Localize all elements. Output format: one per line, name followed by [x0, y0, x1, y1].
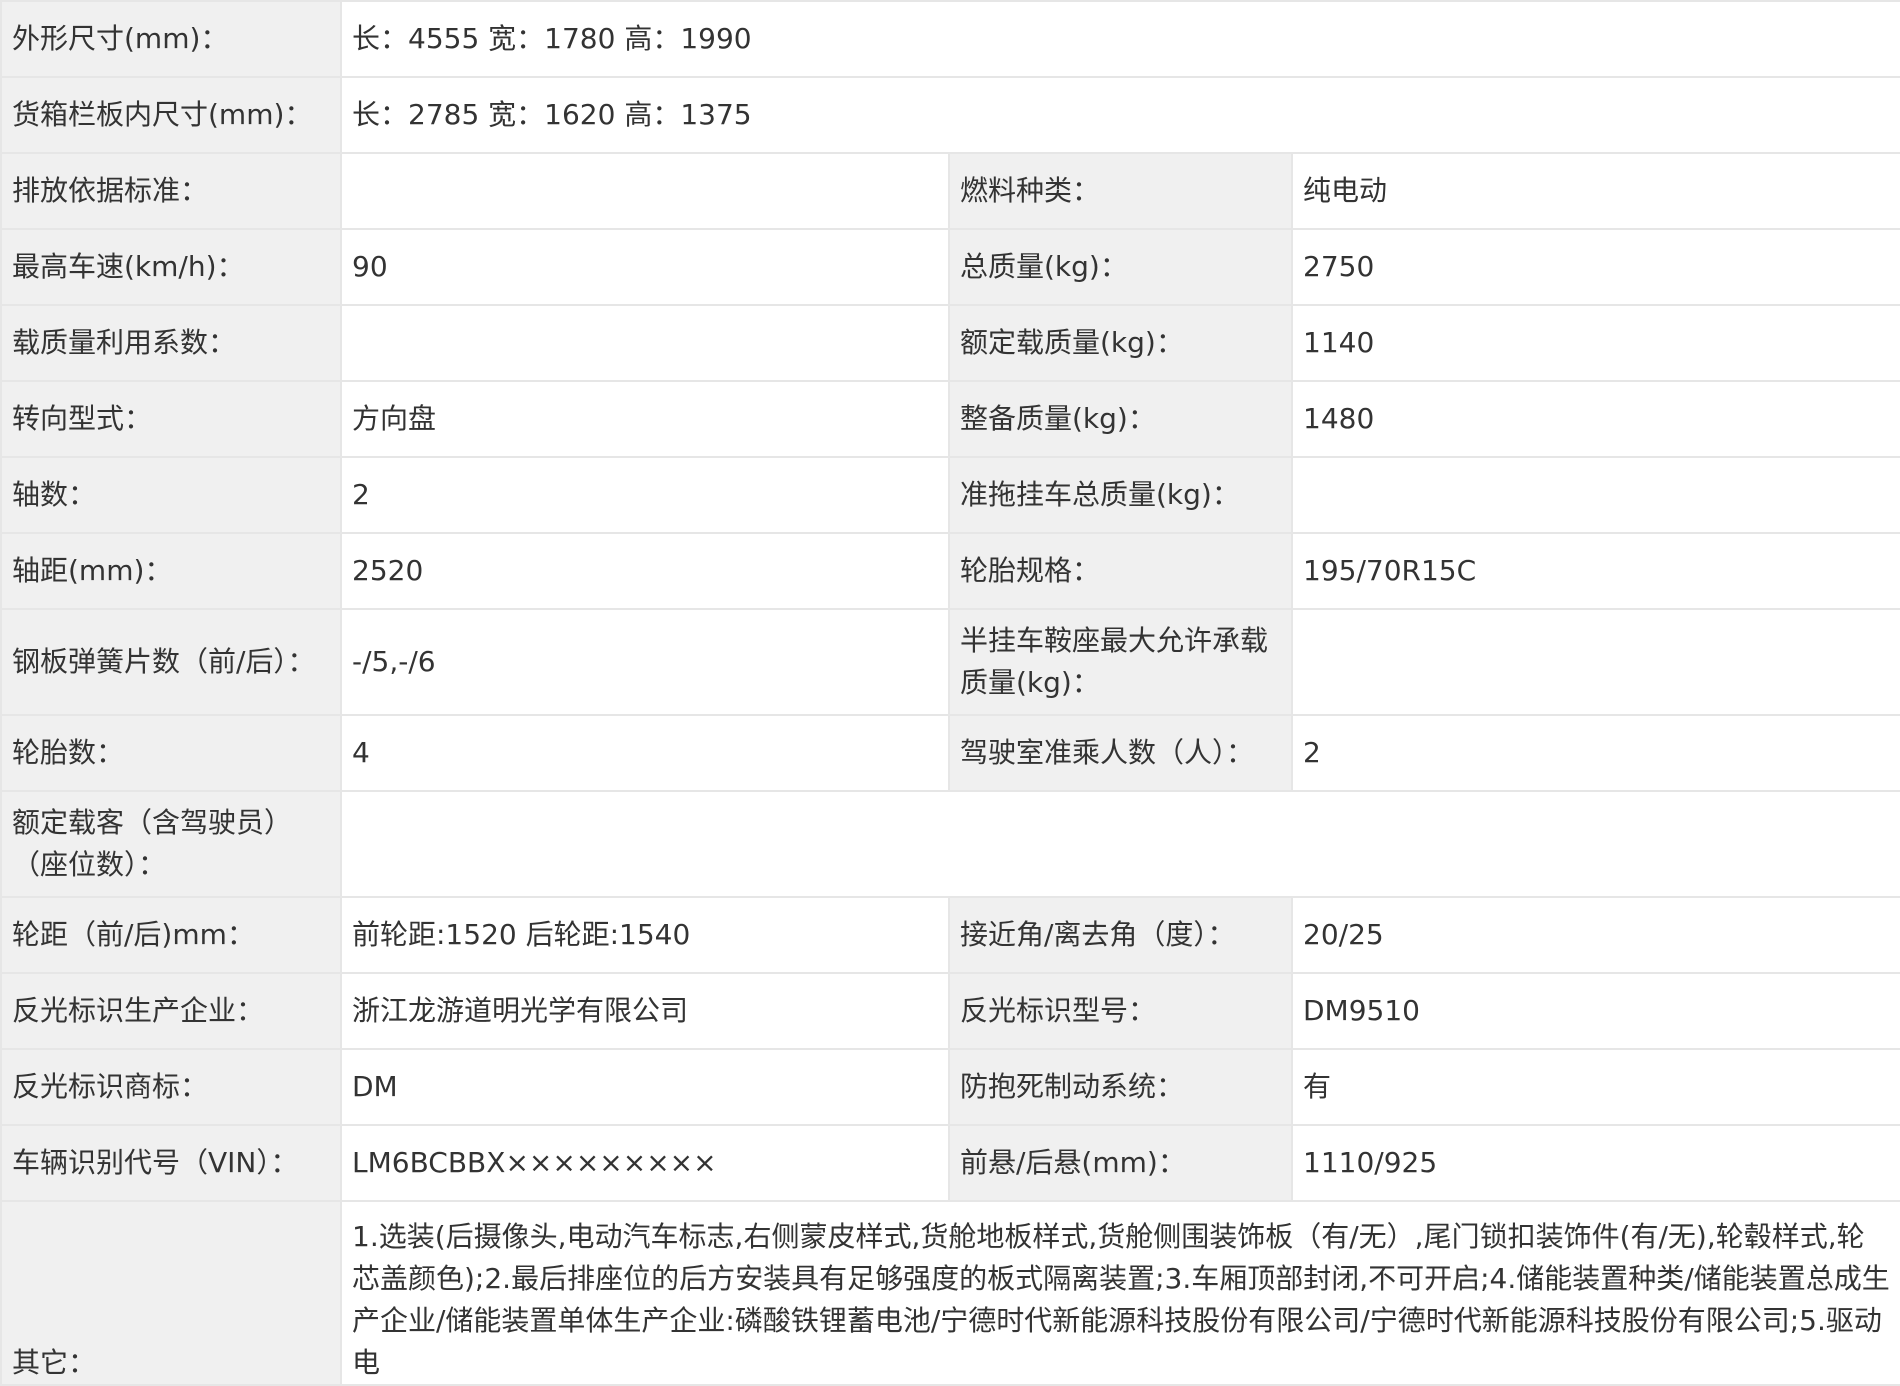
row-value: 1.选装(后摄像头,电动汽车标志,右侧蒙皮样式,货舱地板样式,货舱侧围装饰板（有…	[339, 1200, 1900, 1386]
row-label: 载质量利用系数：	[0, 304, 342, 382]
row-value: 前轮距:1520 后轮距:1540	[340, 896, 950, 974]
table-row: 车辆识别代号（VIN）： LM6BCBBX××××××××× 前悬/后悬(mm)…	[0, 1124, 1900, 1202]
row-value-2	[1290, 456, 1900, 534]
table-row: 转向型式： 方向盘 整备质量(kg)： 1480	[0, 380, 1900, 458]
row-value: DM	[340, 1048, 950, 1126]
row-value-2	[1290, 608, 1900, 716]
table-row: 轮距（前/后)mm： 前轮距:1520 后轮距:1540 接近角/离去角（度）：…	[0, 896, 1900, 974]
row-label: 反光标识生产企业：	[0, 972, 342, 1050]
row-label-2: 前悬/后悬(mm)：	[948, 1124, 1293, 1202]
row-label: 其它：	[0, 1200, 342, 1386]
row-label: 外形尺寸(mm)：	[0, 0, 342, 78]
table-row: 最高车速(km/h)： 90 总质量(kg)： 2750	[0, 228, 1900, 306]
row-value-2: 20/25	[1290, 896, 1900, 974]
row-value-2: 有	[1290, 1048, 1900, 1126]
row-label: 车辆识别代号（VIN）：	[0, 1124, 342, 1202]
table-row: 钢板弹簧片数（前/后）： -/5,-/6 半挂车鞍座最大允许承载质量(kg)：	[0, 608, 1900, 716]
row-label: 钢板弹簧片数（前/后）：	[0, 608, 342, 716]
row-label: 轴距(mm)：	[0, 532, 342, 610]
row-label: 货箱栏板内尺寸(mm)：	[0, 76, 342, 154]
row-label-2: 额定载质量(kg)：	[948, 304, 1293, 382]
row-label-2: 整备质量(kg)：	[948, 380, 1293, 458]
row-label: 反光标识商标：	[0, 1048, 342, 1126]
row-value-2: 1480	[1290, 380, 1900, 458]
table-row: 额定载客（含驾驶员）（座位数）：	[0, 790, 1900, 898]
row-value-2: 1140	[1290, 304, 1900, 382]
row-label-2: 反光标识型号：	[948, 972, 1293, 1050]
row-label-2: 半挂车鞍座最大允许承载质量(kg)：	[948, 608, 1293, 716]
row-value: 2520	[340, 532, 950, 610]
row-label-2: 接近角/离去角（度）：	[948, 896, 1293, 974]
table-row: 轴数： 2 准拖挂车总质量(kg)：	[0, 456, 1900, 534]
row-label: 轮胎数：	[0, 714, 342, 792]
row-value: 4	[340, 714, 950, 792]
table-row: 载质量利用系数： 额定载质量(kg)： 1140	[0, 304, 1900, 382]
row-label-2: 准拖挂车总质量(kg)：	[948, 456, 1293, 534]
row-value-2: 纯电动	[1290, 152, 1900, 230]
row-label: 最高车速(km/h)：	[0, 228, 342, 306]
table-row: 货箱栏板内尺寸(mm)： 长：2785 宽：1620 高：1375	[0, 76, 1900, 154]
row-value: 浙江龙游道明光学有限公司	[340, 972, 950, 1050]
row-value: 方向盘	[340, 380, 950, 458]
row-value-2: 195/70R15C	[1290, 532, 1900, 610]
row-label: 排放依据标准：	[0, 152, 342, 230]
table-row: 排放依据标准： 燃料种类： 纯电动	[0, 152, 1900, 230]
row-label: 额定载客（含驾驶员）（座位数）：	[0, 790, 342, 898]
row-value-2: 2750	[1290, 228, 1900, 306]
row-value: 长：4555 宽：1780 高：1990	[339, 0, 1900, 78]
row-value	[340, 304, 950, 382]
table-row: 其它： 1.选装(后摄像头,电动汽车标志,右侧蒙皮样式,货舱地板样式,货舱侧围装…	[0, 1200, 1900, 1386]
row-label-2: 防抱死制动系统：	[948, 1048, 1293, 1126]
table-row: 反光标识商标： DM 防抱死制动系统： 有	[0, 1048, 1900, 1126]
row-label: 轮距（前/后)mm：	[0, 896, 342, 974]
row-label: 转向型式：	[0, 380, 342, 458]
table-row: 反光标识生产企业： 浙江龙游道明光学有限公司 反光标识型号： DM9510	[0, 972, 1900, 1050]
vehicle-spec-table: 外形尺寸(mm)： 长：4555 宽：1780 高：1990 货箱栏板内尺寸(m…	[0, 0, 1900, 1386]
row-value: LM6BCBBX×××××××××	[340, 1124, 950, 1202]
row-value: -/5,-/6	[340, 608, 950, 716]
row-value-2: DM9510	[1290, 972, 1900, 1050]
row-label-2: 轮胎规格：	[948, 532, 1293, 610]
row-label-2: 燃料种类：	[948, 152, 1293, 230]
row-value: 2	[340, 456, 950, 534]
table-row: 轮胎数： 4 驾驶室准乘人数（人）： 2	[0, 714, 1900, 792]
row-value	[339, 790, 1900, 898]
row-value	[340, 152, 950, 230]
row-label-2: 驾驶室准乘人数（人）：	[948, 714, 1293, 792]
row-value: 90	[340, 228, 950, 306]
row-value-2: 1110/925	[1290, 1124, 1900, 1202]
row-value: 长：2785 宽：1620 高：1375	[339, 76, 1900, 154]
row-label: 轴数：	[0, 456, 342, 534]
table-row: 轴距(mm)： 2520 轮胎规格： 195/70R15C	[0, 532, 1900, 610]
table-row: 外形尺寸(mm)： 长：4555 宽：1780 高：1990	[0, 0, 1900, 78]
row-value-2: 2	[1290, 714, 1900, 792]
row-label-2: 总质量(kg)：	[948, 228, 1293, 306]
